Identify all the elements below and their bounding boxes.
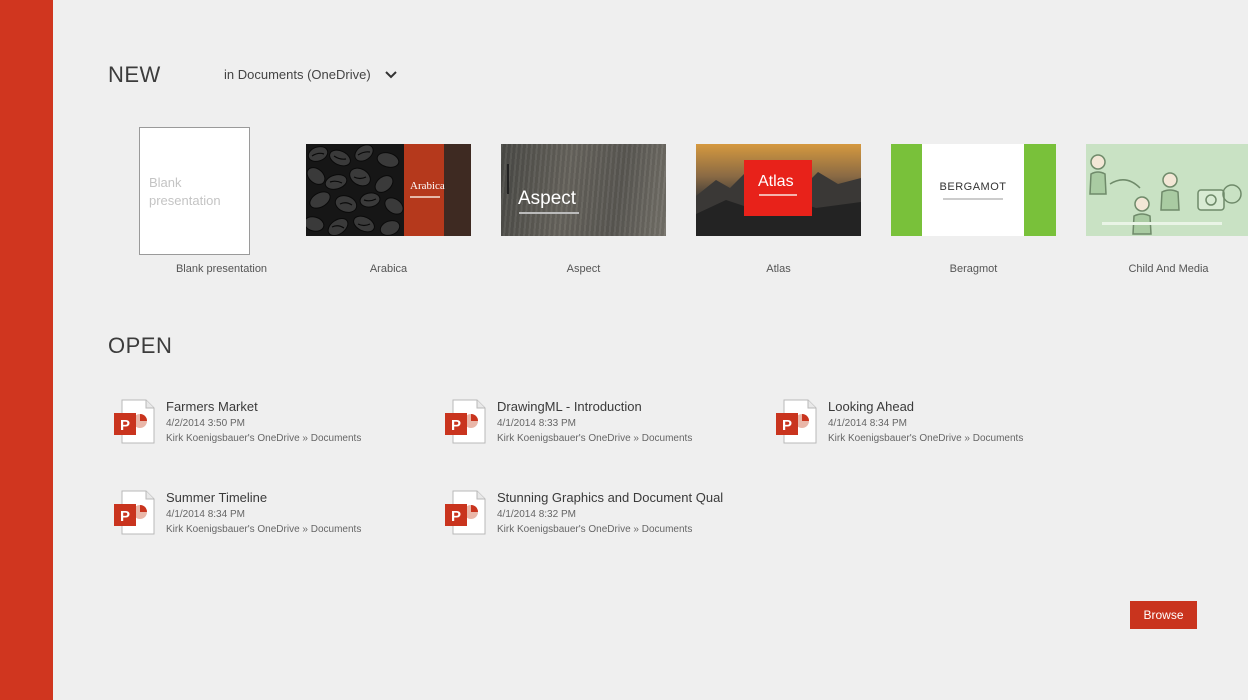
title-box: Atlas [744,160,812,216]
template-blank-presentation[interactable]: Blank presentation Blank presentation [139,127,267,277]
file-location: Kirk Koenigsbauer's OneDrive » Documents [828,433,1024,444]
powerpoint-start-screen: NEW in Documents (OneDrive) Blank presen… [0,0,1248,700]
file-name: DrawingML - Introduction [497,399,642,414]
template-child-and-media[interactable]: Child And Media [1086,144,1248,279]
powerpoint-file-icon: P [445,399,486,444]
template-aspect[interactable]: Aspect Aspect [501,144,666,279]
recent-file[interactable]: P Looking Ahead 4/1/2014 8:34 PM Kirk Ko… [776,399,1076,449]
recent-file[interactable]: P Stunning Graphics and Document Qual 4/… [445,490,745,540]
file-date: 4/1/2014 8:34 PM [828,418,907,429]
powerpoint-file-icon: P [445,490,486,535]
svg-text:P: P [782,417,792,434]
svg-text:P: P [451,417,461,434]
powerpoint-file-icon: P [776,399,817,444]
file-location: Kirk Koenigsbauer's OneDrive » Documents [166,524,362,535]
svg-text:P: P [120,508,130,525]
template-thumbnail: Arabica [306,144,471,236]
file-date: 4/1/2014 8:34 PM [166,509,245,520]
file-location: Kirk Koenigsbauer's OneDrive » Documents [497,433,693,444]
browse-button[interactable]: Browse [1130,601,1197,629]
powerpoint-file-icon: P [114,490,155,535]
thumbnail-text: BERGAMOT [939,181,1007,193]
file-location: Kirk Koenigsbauer's OneDrive » Documents [166,433,362,444]
template-arabica[interactable]: Arabica Arabica [306,144,471,279]
template-bergamot[interactable]: BERGAMOT Beragmot [891,144,1056,279]
powerpoint-file-icon: P [114,399,155,444]
template-thumbnail: Atlas [696,144,861,236]
file-date: 4/2/2014 3:50 PM [166,418,245,429]
file-date: 4/1/2014 8:32 PM [497,509,576,520]
file-name: Farmers Market [166,399,258,414]
thumbnail-text: Blank presentation [149,175,221,208]
location-label: in Documents (OneDrive) [224,67,371,82]
location-dropdown[interactable]: in Documents (OneDrive) [224,67,397,82]
open-section-title: OPEN [108,333,173,358]
file-location: Kirk Koenigsbauer's OneDrive » Documents [497,524,693,535]
recent-file[interactable]: P Summer Timeline 4/1/2014 8:34 PM Kirk … [114,490,414,540]
svg-text:P: P [451,508,461,525]
template-thumbnail: BERGAMOT [891,144,1056,236]
svg-text:P: P [120,417,130,434]
file-date: 4/1/2014 8:33 PM [497,418,576,429]
file-name: Stunning Graphics and Document Qual [497,490,724,505]
template-thumbnail: Aspect [501,144,666,236]
title-panel: Arabica [404,144,471,236]
template-atlas[interactable]: Atlas Atlas [696,144,861,279]
recent-file[interactable]: P DrawingML - Introduction 4/1/2014 8:33… [445,399,745,449]
thumbnail-text: Arabica [410,180,445,192]
chevron-down-icon [384,70,397,78]
new-section-title: NEW [108,62,161,87]
coffee-beans-image [306,144,404,236]
file-name: Summer Timeline [166,490,268,505]
template-thumbnail [1086,144,1248,236]
recent-file[interactable]: P Farmers Market 4/2/2014 3:50 PM Kirk K… [114,399,414,449]
accent-side-bar [0,0,53,700]
thumbnail-text: Aspect [518,188,577,209]
template-thumbnail: Blank presentation [139,127,250,255]
thumbnail-text: Atlas [758,173,794,190]
file-name: Looking Ahead [828,399,915,414]
template-caption: Child And Media [1128,263,1209,275]
